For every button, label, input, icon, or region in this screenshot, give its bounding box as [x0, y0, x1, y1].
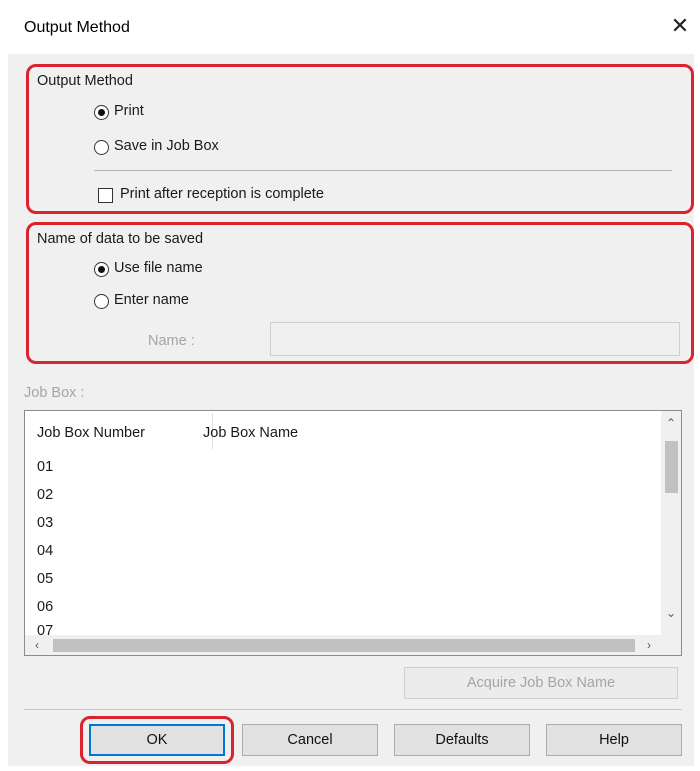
footer-separator — [24, 709, 682, 710]
horizontal-scroll-thumb[interactable] — [53, 639, 635, 652]
list-item[interactable]: 05 — [37, 571, 53, 587]
radio-save-label[interactable]: Save in Job Box — [114, 138, 219, 154]
scroll-right-icon[interactable]: › — [639, 635, 659, 655]
column-header-name[interactable]: Job Box Name — [203, 425, 298, 441]
scroll-up-icon[interactable]: ⌃ — [661, 413, 681, 433]
name-field-label: Name : — [148, 333, 195, 349]
radio-print-indicator[interactable] — [94, 105, 109, 120]
cancel-button[interactable]: Cancel — [242, 724, 378, 756]
list-item[interactable]: 01 — [37, 459, 53, 475]
acquire-job-box-name-button[interactable]: Acquire Job Box Name — [404, 667, 678, 699]
list-item[interactable]: 02 — [37, 487, 53, 503]
print-after-checkbox-box[interactable] — [98, 188, 113, 203]
list-item[interactable]: 06 — [37, 599, 53, 615]
name-input[interactable] — [270, 322, 680, 356]
help-button[interactable]: Help — [546, 724, 682, 756]
job-box-label: Job Box : — [24, 385, 85, 401]
list-item[interactable]: 03 — [37, 515, 53, 531]
data-name-group-label: Name of data to be saved — [37, 231, 204, 247]
column-header-number[interactable]: Job Box Number — [37, 425, 145, 441]
defaults-button[interactable]: Defaults — [394, 724, 530, 756]
radio-enter-name-label[interactable]: Enter name — [114, 292, 189, 308]
radio-use-file-name-indicator[interactable] — [94, 262, 109, 277]
scrollbar-corner — [661, 635, 681, 655]
vertical-scroll-thumb[interactable] — [665, 441, 678, 493]
print-after-label[interactable]: Print after reception is complete — [120, 186, 324, 202]
job-box-list[interactable]: Job Box Number Job Box Name 01 02 03 04 … — [24, 410, 682, 656]
radio-use-file-name-label[interactable]: Use file name — [114, 260, 203, 276]
radio-save-indicator[interactable] — [94, 140, 109, 155]
dialog-title: Output Method — [24, 19, 130, 36]
output-method-separator — [94, 170, 672, 171]
ok-button[interactable]: OK — [89, 724, 225, 756]
output-method-group-label: Output Method — [37, 73, 133, 89]
close-icon[interactable]: ✕ — [668, 14, 692, 38]
scroll-left-icon[interactable]: ‹ — [27, 635, 47, 655]
job-box-list-header: Job Box Number Job Box Name — [25, 411, 661, 451]
radio-print-label[interactable]: Print — [114, 103, 144, 119]
list-item[interactable]: 04 — [37, 543, 53, 559]
radio-enter-name-indicator[interactable] — [94, 294, 109, 309]
scroll-down-icon[interactable]: ⌄ — [661, 603, 681, 623]
